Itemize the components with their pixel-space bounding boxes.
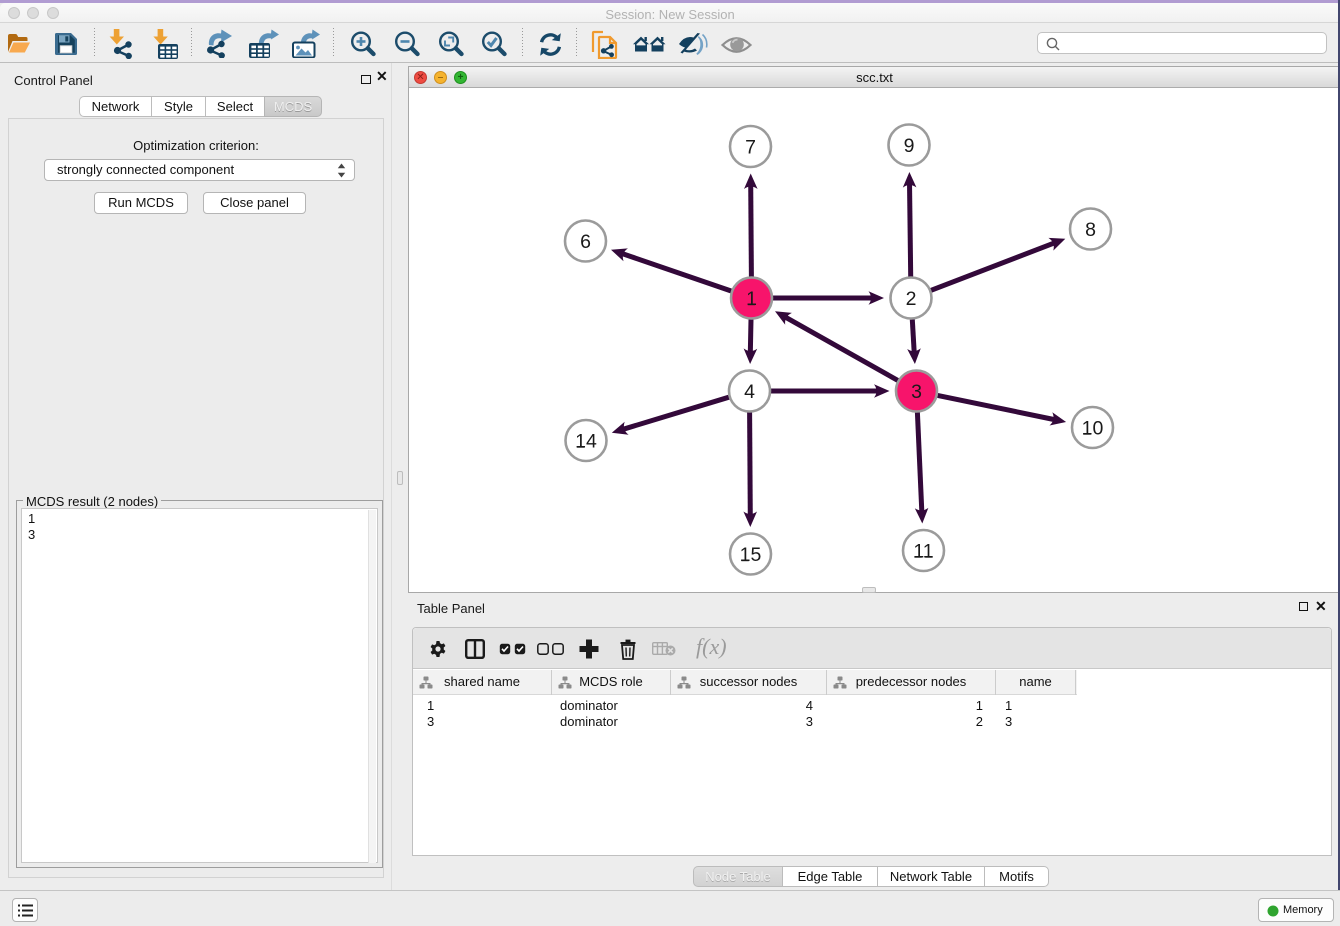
svg-text:7: 7 bbox=[745, 137, 756, 159]
svg-text:10: 10 bbox=[1082, 418, 1104, 440]
svg-text:8: 8 bbox=[1085, 219, 1096, 241]
svg-text:9: 9 bbox=[904, 135, 915, 157]
svg-text:2: 2 bbox=[906, 288, 917, 310]
svg-text:15: 15 bbox=[740, 544, 762, 566]
svg-text:3: 3 bbox=[911, 381, 922, 403]
svg-text:4: 4 bbox=[744, 381, 755, 403]
svg-text:6: 6 bbox=[580, 231, 591, 253]
svg-text:14: 14 bbox=[575, 431, 597, 453]
svg-text:11: 11 bbox=[913, 541, 933, 563]
svg-text:1: 1 bbox=[746, 288, 757, 310]
